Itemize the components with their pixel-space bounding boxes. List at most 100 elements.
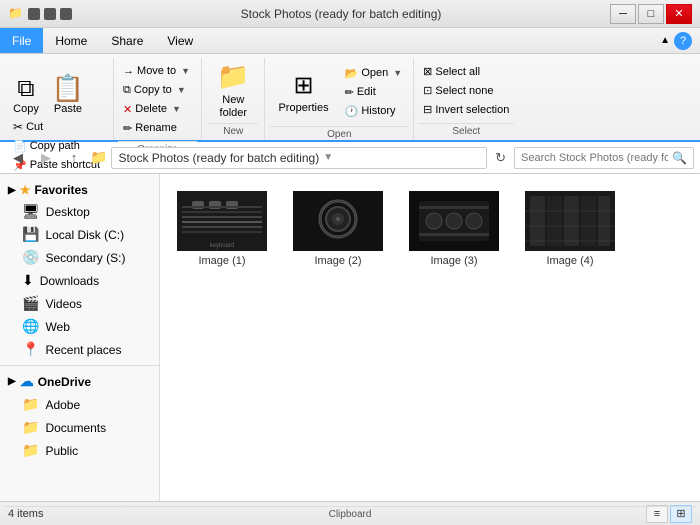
delete-button[interactable]: ✕ Delete ▼ xyxy=(118,100,197,118)
cut-button[interactable]: ✂ Cut xyxy=(8,118,105,136)
local-disk-icon: 💾 xyxy=(22,226,39,243)
window-title: Stock Photos (ready for batch editing) xyxy=(241,7,442,21)
videos-icon: 🎬 xyxy=(22,295,39,312)
cut-icon: ✂ xyxy=(13,120,23,134)
sidebar-item-adobe[interactable]: 📁 Adobe xyxy=(0,393,159,416)
sidebar-item-secondary[interactable]: 💿 Secondary (S:) xyxy=(0,246,159,269)
onedrive-section: ▶ ☁ OneDrive 📁 Adobe 📁 Documents 📁 Publi… xyxy=(0,370,159,462)
menu-home[interactable]: Home xyxy=(43,28,99,53)
select-label: Select xyxy=(418,123,514,140)
history-button[interactable]: 🕐 History xyxy=(340,102,410,120)
invert-icon: ⊟ xyxy=(423,103,432,116)
sidebar-item-videos[interactable]: 🎬 Videos xyxy=(0,292,159,315)
delete-icon: ✕ xyxy=(123,103,132,116)
file-name: Image (2) xyxy=(314,255,361,267)
path-segment[interactable]: Stock Photos (ready for batch editing) xyxy=(118,151,319,165)
search-icon: 🔍 xyxy=(672,151,687,165)
new-folder-icon: 📁 xyxy=(217,61,249,92)
file-item-1[interactable]: keyboard Image (1) xyxy=(172,186,272,272)
properties-label: Properties xyxy=(278,102,328,114)
ribbon-up-icon[interactable]: ▲ xyxy=(660,35,670,46)
sidebar-item-recent[interactable]: 📍 Recent places xyxy=(0,338,159,361)
open-arrow[interactable]: ▼ xyxy=(391,68,404,78)
select-all-button[interactable]: ⊠ Select all xyxy=(418,63,514,81)
select-group: ⊠ Select all ⊡ Select none ⊟ Invert sele… xyxy=(414,58,518,140)
copy-to-button[interactable]: ⧉ Copy to ▼ xyxy=(118,81,197,99)
edit-button[interactable]: ✏ Edit xyxy=(340,83,410,101)
file-thumbnail xyxy=(293,191,383,251)
rename-button[interactable]: ✏ Rename xyxy=(118,119,197,137)
address-path[interactable]: Stock Photos (ready for batch editing) ▼ xyxy=(111,147,487,169)
onedrive-expand-icon: ▶ xyxy=(8,376,16,387)
sidebar-item-public[interactable]: 📁 Public xyxy=(0,439,159,462)
svg-text:keyboard: keyboard xyxy=(210,243,235,249)
paste-button[interactable]: 📋 Paste xyxy=(46,58,90,118)
main-content: ▶ ★ Favorites 🖥 Desktop 💾 Local Disk (C:… xyxy=(0,174,700,501)
search-input[interactable] xyxy=(521,152,668,164)
file-thumbnail: keyboard xyxy=(177,191,267,251)
close-button[interactable]: ✕ xyxy=(666,4,692,24)
window-controls: ─ □ ✕ xyxy=(610,4,692,24)
downloads-icon: ⬇ xyxy=(22,272,34,289)
sidebar-item-desktop[interactable]: 🖥 Desktop xyxy=(0,200,159,223)
select-all-icon: ⊠ xyxy=(423,65,432,78)
move-arrow[interactable]: ▼ xyxy=(179,66,192,76)
search-box[interactable]: 🔍 xyxy=(514,147,694,169)
web-icon: 🌐 xyxy=(22,318,39,335)
secondary-icon: 💿 xyxy=(22,249,39,266)
quick-access-icon2 xyxy=(44,8,56,20)
menu-file[interactable]: File xyxy=(0,28,43,53)
ribbon: ⧉ Copy 📋 Paste ✂ Cut 📄 Copy path xyxy=(0,54,700,142)
file-item-2[interactable]: Image (2) xyxy=(288,186,388,272)
paste-label: Paste xyxy=(54,103,82,115)
organize-group: → Move to ▼ ⧉ Copy to ▼ ✕ Delete ▼ ✏ Ren… xyxy=(114,58,202,140)
help-button[interactable]: ? xyxy=(674,32,692,50)
file-name: Image (3) xyxy=(430,255,477,267)
new-folder-button[interactable]: 📁 Newfolder xyxy=(208,61,258,121)
delete-arrow[interactable]: ▼ xyxy=(170,104,183,114)
open-button[interactable]: 📂 Open ▼ xyxy=(340,64,410,82)
back-button[interactable]: ◀ xyxy=(6,147,30,169)
quick-access-icon xyxy=(28,8,40,20)
file-thumbnail xyxy=(525,191,615,251)
menu-view[interactable]: View xyxy=(155,28,205,53)
sidebar-item-downloads[interactable]: ⬇ Downloads xyxy=(0,269,159,292)
properties-button[interactable]: ⊞ Properties xyxy=(269,62,337,122)
file-area: keyboard Image (1) Image (2) Image (3) I… xyxy=(160,174,700,501)
app-icon: 📁 xyxy=(8,6,24,22)
sidebar-item-web[interactable]: 🌐 Web xyxy=(0,315,159,338)
title-bar: 📁 Stock Photos (ready for batch editing)… xyxy=(0,0,700,28)
recent-icon: 📍 xyxy=(22,341,39,358)
copy-to-arrow[interactable]: ▼ xyxy=(175,85,188,95)
open-icon: 📂 xyxy=(345,67,359,80)
edit-icon: ✏ xyxy=(345,86,354,99)
file-item-3[interactable]: Image (3) xyxy=(404,186,504,272)
minimize-button[interactable]: ─ xyxy=(610,4,636,24)
title-bar-left: 📁 xyxy=(8,6,72,22)
menu-bar-filler xyxy=(205,28,660,53)
path-dropdown-icon[interactable]: ▼ xyxy=(323,152,333,163)
select-none-button[interactable]: ⊡ Select none xyxy=(418,82,514,100)
sidebar: ▶ ★ Favorites 🖥 Desktop 💾 Local Disk (C:… xyxy=(0,174,160,501)
maximize-button[interactable]: □ xyxy=(638,4,664,24)
desktop-icon: 🖥 xyxy=(22,203,40,220)
onedrive-header[interactable]: ▶ ☁ OneDrive xyxy=(0,370,159,393)
up-button[interactable]: ↑ xyxy=(62,147,86,169)
menu-share[interactable]: Share xyxy=(99,28,155,53)
move-to-button[interactable]: → Move to ▼ xyxy=(118,62,197,80)
onedrive-cloud-icon: ☁ xyxy=(20,373,34,390)
favorites-header[interactable]: ▶ ★ Favorites xyxy=(0,180,159,200)
public-folder-icon: 📁 xyxy=(22,442,39,459)
ribbon-collapse: ▲ ? xyxy=(660,28,700,53)
forward-button[interactable]: ▶ xyxy=(34,147,58,169)
folder-icon: 📁 xyxy=(90,149,107,166)
open-group: ⊞ Properties 📂 Open ▼ ✏ Edit 🕐 History xyxy=(265,58,414,140)
properties-icon: ⊞ xyxy=(293,71,313,100)
history-icon: 🕐 xyxy=(345,105,359,118)
invert-selection-button[interactable]: ⊟ Invert selection xyxy=(418,101,514,119)
sidebar-item-local-disk[interactable]: 💾 Local Disk (C:) xyxy=(0,223,159,246)
file-item-4[interactable]: Image (4) xyxy=(520,186,620,272)
refresh-button[interactable]: ↻ xyxy=(491,148,510,168)
copy-button[interactable]: ⧉ Copy xyxy=(6,58,46,118)
sidebar-item-documents[interactable]: 📁 Documents xyxy=(0,416,159,439)
